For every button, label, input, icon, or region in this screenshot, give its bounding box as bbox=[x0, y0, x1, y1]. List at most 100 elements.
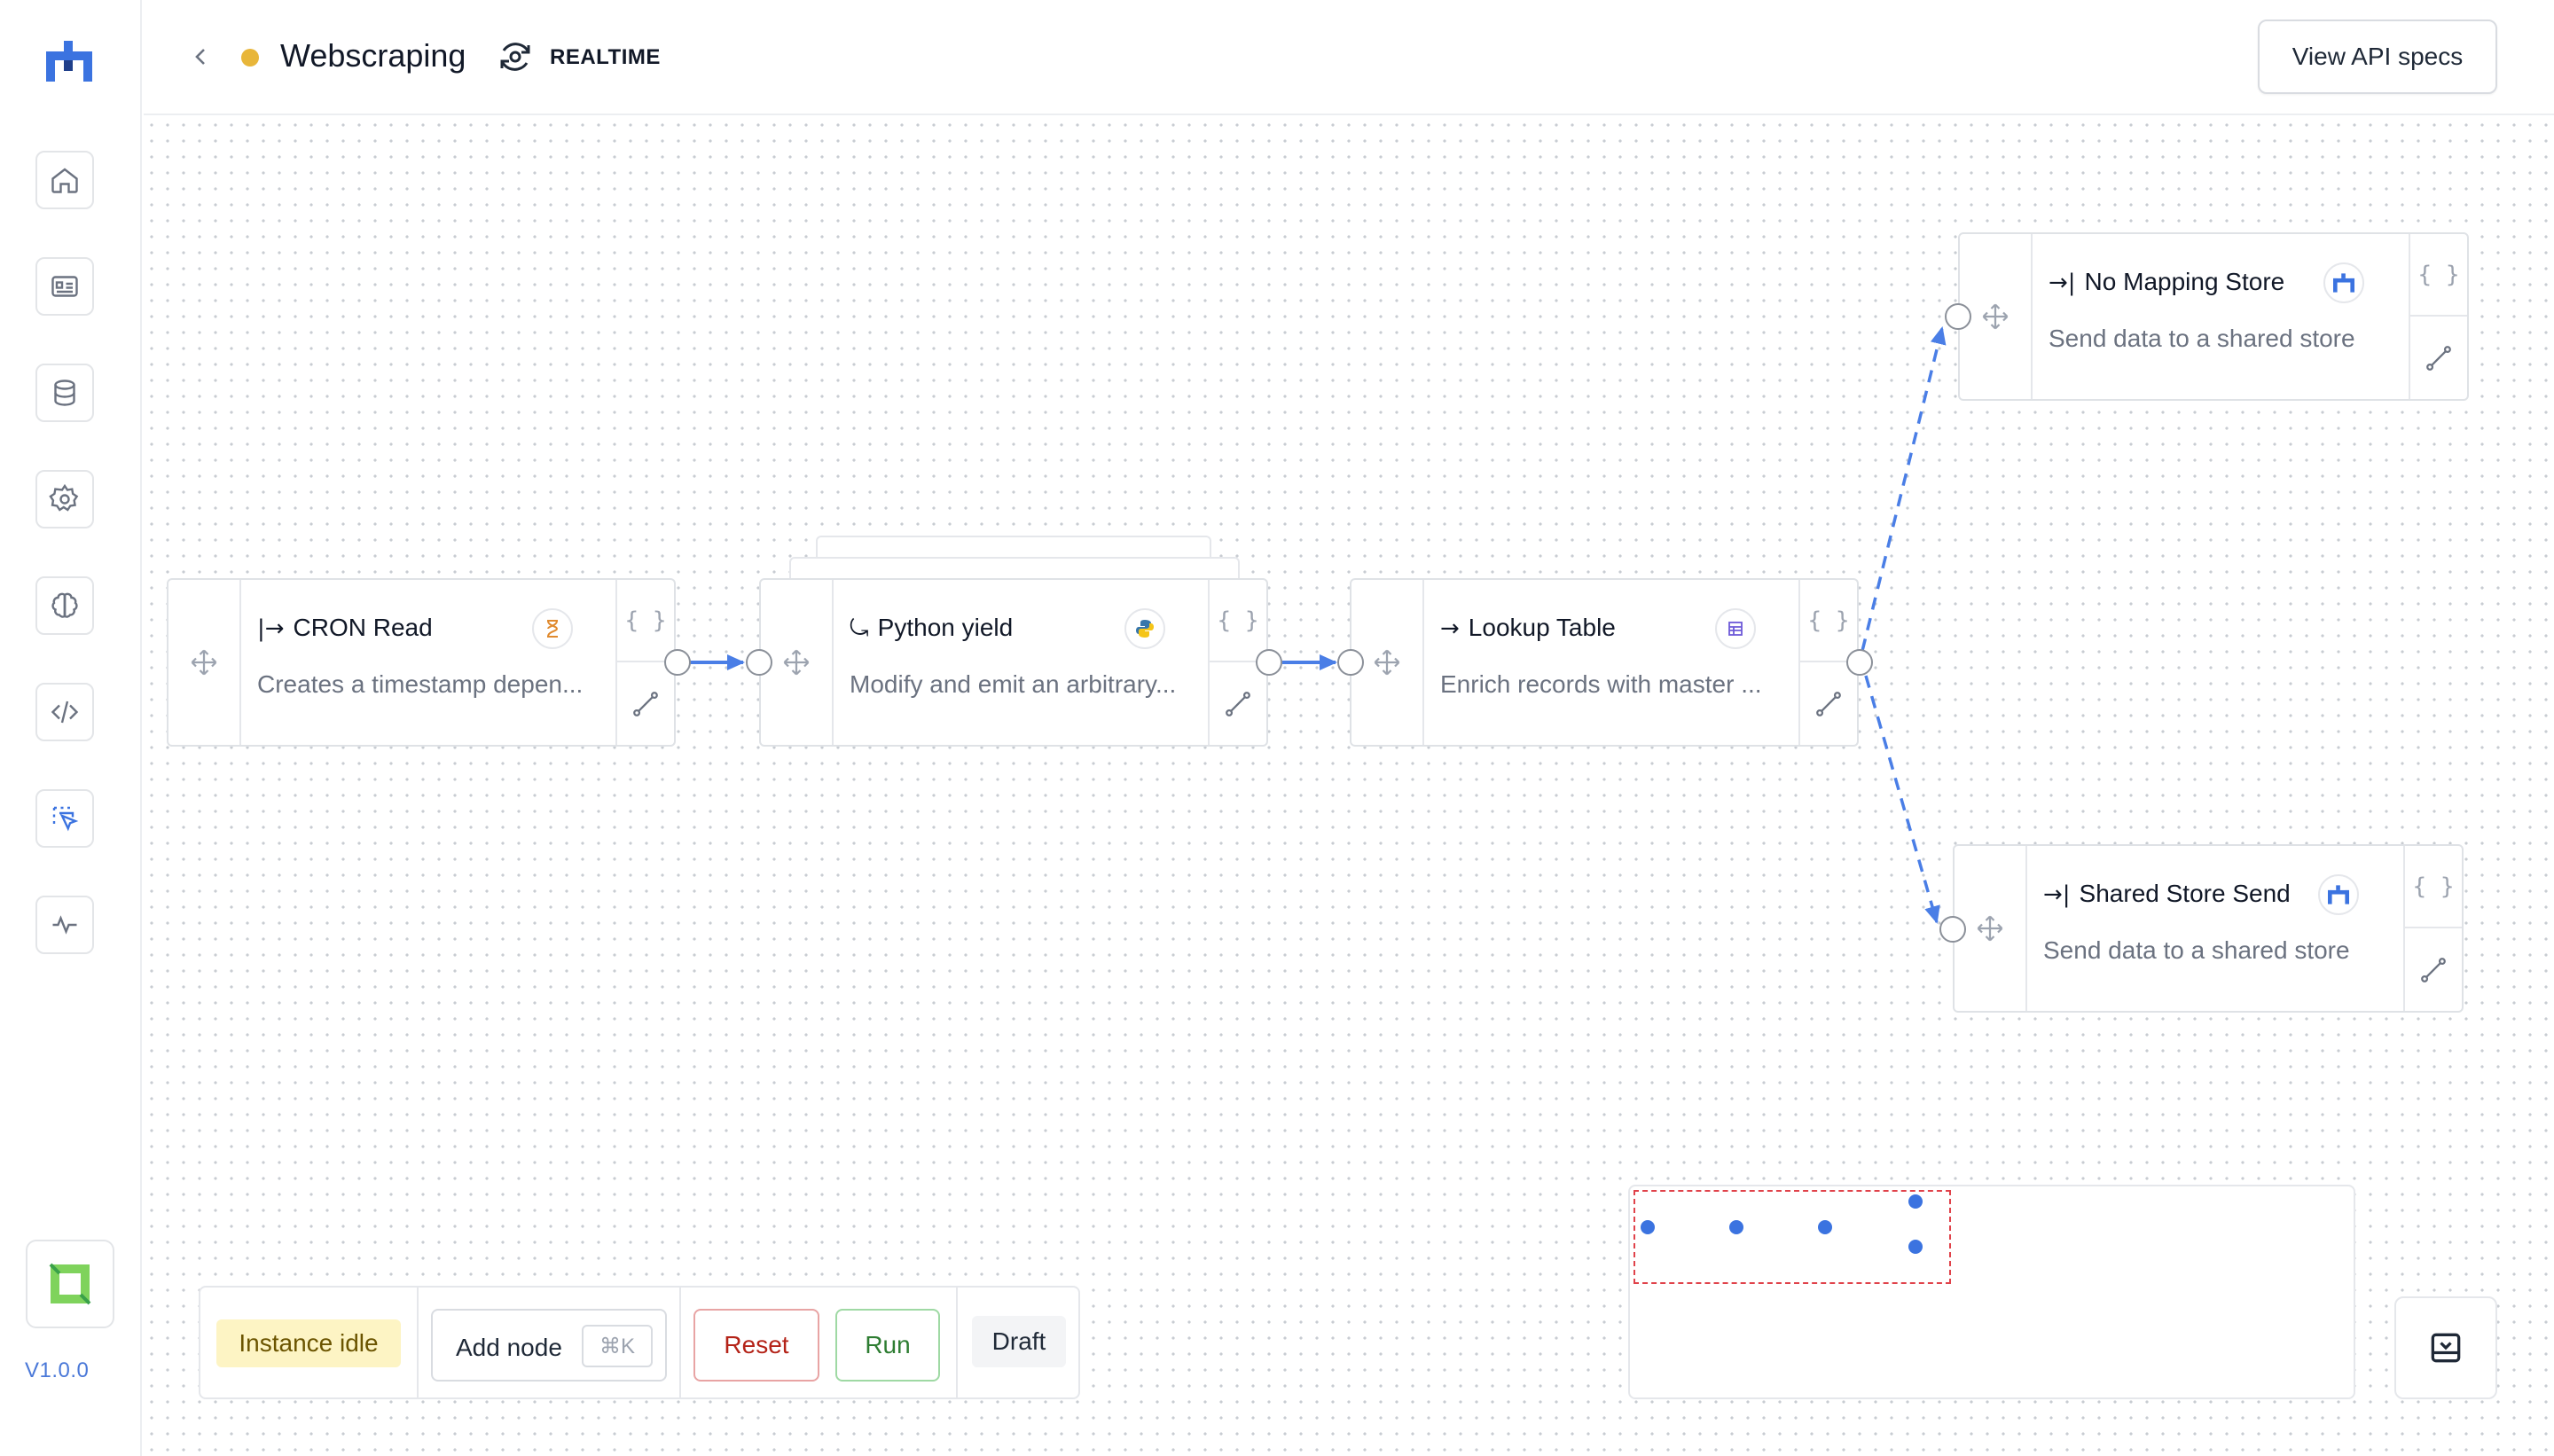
sink-arrow-icon: →| bbox=[2043, 881, 2071, 908]
hourglass-icon bbox=[532, 608, 573, 649]
sidebar-item-monitoring[interactable] bbox=[35, 896, 94, 954]
transform-arrow-icon: ⤿ bbox=[850, 615, 869, 642]
store-logo-icon bbox=[2318, 874, 2359, 915]
node-cron-read[interactable]: |→ CRON Read Creates a timestamp depen...… bbox=[167, 578, 676, 747]
minimap-node bbox=[1908, 1240, 1923, 1254]
sidebar-item-code[interactable] bbox=[35, 683, 94, 741]
draft-badge: Draft bbox=[972, 1316, 1066, 1367]
node-title: →| Shared Store Send bbox=[2043, 880, 2291, 908]
link-icon bbox=[2426, 345, 2451, 371]
sidebar-item-stores[interactable] bbox=[35, 364, 94, 422]
sidebar-item-home[interactable] bbox=[35, 151, 94, 209]
minimap-toggle-button[interactable] bbox=[2394, 1296, 2497, 1399]
minimap-node bbox=[1729, 1220, 1743, 1234]
node-description: Send data to a shared store bbox=[2043, 936, 2350, 964]
toolbar-divider bbox=[679, 1288, 681, 1397]
move-icon bbox=[191, 649, 217, 676]
config-braces-button[interactable]: { } bbox=[1800, 580, 1857, 662]
sidebar-item-builder[interactable] bbox=[35, 789, 94, 848]
node-python-yield[interactable]: ⤿ Python yield Modify and emit an arbitra… bbox=[759, 578, 1268, 747]
mode-label: REALTIME bbox=[550, 45, 661, 69]
id-card-icon bbox=[51, 276, 78, 297]
minimap[interactable] bbox=[1628, 1185, 2355, 1399]
connect-button[interactable] bbox=[617, 662, 674, 745]
view-api-specs-button[interactable]: View API specs bbox=[2258, 20, 2497, 94]
input-port[interactable] bbox=[1939, 916, 1966, 943]
brain-icon bbox=[51, 592, 78, 618]
sink-arrow-icon: →| bbox=[2049, 270, 2076, 296]
sidebar-item-settings[interactable] bbox=[35, 470, 94, 528]
instance-status-badge: Instance idle bbox=[216, 1319, 401, 1367]
header: Webscraping REALTIME View API specs bbox=[144, 0, 2554, 115]
connect-button[interactable] bbox=[1210, 662, 1266, 745]
node-shared-store-send[interactable]: →| Shared Store Send Send data to a share… bbox=[1953, 844, 2464, 1013]
node-description: Enrich records with master ... bbox=[1440, 670, 1762, 698]
minimap-viewport[interactable] bbox=[1633, 1190, 1951, 1284]
activity-icon bbox=[52, 915, 77, 935]
store-logo-icon bbox=[2323, 262, 2364, 303]
config-braces-button[interactable]: { } bbox=[2405, 846, 2462, 928]
workspace-switcher[interactable] bbox=[26, 1240, 114, 1328]
back-chevron-icon[interactable] bbox=[188, 41, 213, 73]
database-icon bbox=[54, 380, 75, 406]
input-port[interactable] bbox=[1945, 303, 1971, 330]
config-braces-button[interactable]: { } bbox=[1210, 580, 1266, 662]
realtime-icon bbox=[500, 43, 530, 71]
output-port[interactable] bbox=[1256, 649, 1282, 676]
table-icon bbox=[1715, 608, 1756, 649]
pipeline-status-dot bbox=[241, 49, 259, 67]
panel-toggle-icon bbox=[2431, 1333, 2461, 1363]
home-icon bbox=[51, 168, 78, 193]
sidebar: V1.0.0 bbox=[0, 0, 142, 1456]
gear-icon bbox=[49, 483, 79, 512]
move-icon bbox=[1374, 649, 1400, 676]
node-title: |→ CRON Read bbox=[257, 614, 433, 642]
output-port[interactable] bbox=[664, 649, 691, 676]
link-icon bbox=[1816, 691, 1841, 716]
input-port[interactable] bbox=[1337, 649, 1364, 676]
arrow-right-icon: → bbox=[1440, 615, 1460, 642]
reset-button[interactable]: Reset bbox=[693, 1309, 819, 1382]
node-description: Modify and emit an arbitrary... bbox=[850, 670, 1177, 698]
move-icon bbox=[1982, 303, 2009, 330]
move-icon bbox=[783, 649, 810, 676]
output-port[interactable] bbox=[1846, 649, 1873, 676]
connect-button[interactable] bbox=[1800, 662, 1857, 745]
app-version: V1.0.0 bbox=[25, 1358, 90, 1382]
node-title: → Lookup Table bbox=[1440, 614, 1616, 642]
app-logo-icon[interactable] bbox=[46, 41, 92, 82]
pipeline-title: Webscraping bbox=[280, 37, 466, 74]
node-title: ⤿ Python yield bbox=[850, 614, 1014, 642]
drag-handle[interactable] bbox=[168, 580, 241, 745]
link-icon bbox=[1226, 691, 1250, 716]
add-node-button[interactable]: Add node ⌘K bbox=[431, 1309, 667, 1382]
add-node-label: Add node bbox=[456, 1334, 562, 1361]
toolbar-divider bbox=[417, 1288, 419, 1397]
link-icon bbox=[633, 691, 658, 716]
node-description: Send data to a shared store bbox=[2049, 325, 2355, 352]
run-button[interactable]: Run bbox=[835, 1309, 940, 1382]
node-title: →| No Mapping Store bbox=[2049, 268, 2285, 296]
config-braces-button[interactable]: { } bbox=[617, 580, 674, 662]
connect-button[interactable] bbox=[2405, 928, 2462, 1011]
node-description: Creates a timestamp depen... bbox=[257, 670, 584, 698]
connect-button[interactable] bbox=[2410, 317, 2467, 399]
sidebar-item-pipelines[interactable] bbox=[35, 257, 94, 316]
node-no-mapping-store[interactable]: →| No Mapping Store Send data to a shared… bbox=[1958, 232, 2469, 401]
input-port[interactable] bbox=[746, 649, 772, 676]
python-icon bbox=[1124, 608, 1165, 649]
move-icon bbox=[1977, 915, 2003, 942]
minimap-node bbox=[1908, 1194, 1923, 1209]
node-lookup-table[interactable]: → Lookup Table Enrich records with master… bbox=[1350, 578, 1859, 747]
config-braces-button[interactable]: { } bbox=[2410, 234, 2467, 317]
workspace-logo-icon bbox=[49, 1263, 91, 1305]
toolbar-divider bbox=[956, 1288, 958, 1397]
shortcut-hint: ⌘K bbox=[582, 1325, 653, 1367]
pipeline-toolbar: Instance idle Add node ⌘K Reset Run Draf… bbox=[199, 1286, 1080, 1399]
minimap-node bbox=[1818, 1220, 1832, 1234]
link-icon bbox=[2421, 957, 2446, 982]
cursor-select-icon bbox=[52, 806, 79, 832]
sidebar-item-models[interactable] bbox=[35, 576, 94, 635]
code-icon bbox=[51, 701, 79, 724]
minimap-node bbox=[1641, 1220, 1655, 1234]
